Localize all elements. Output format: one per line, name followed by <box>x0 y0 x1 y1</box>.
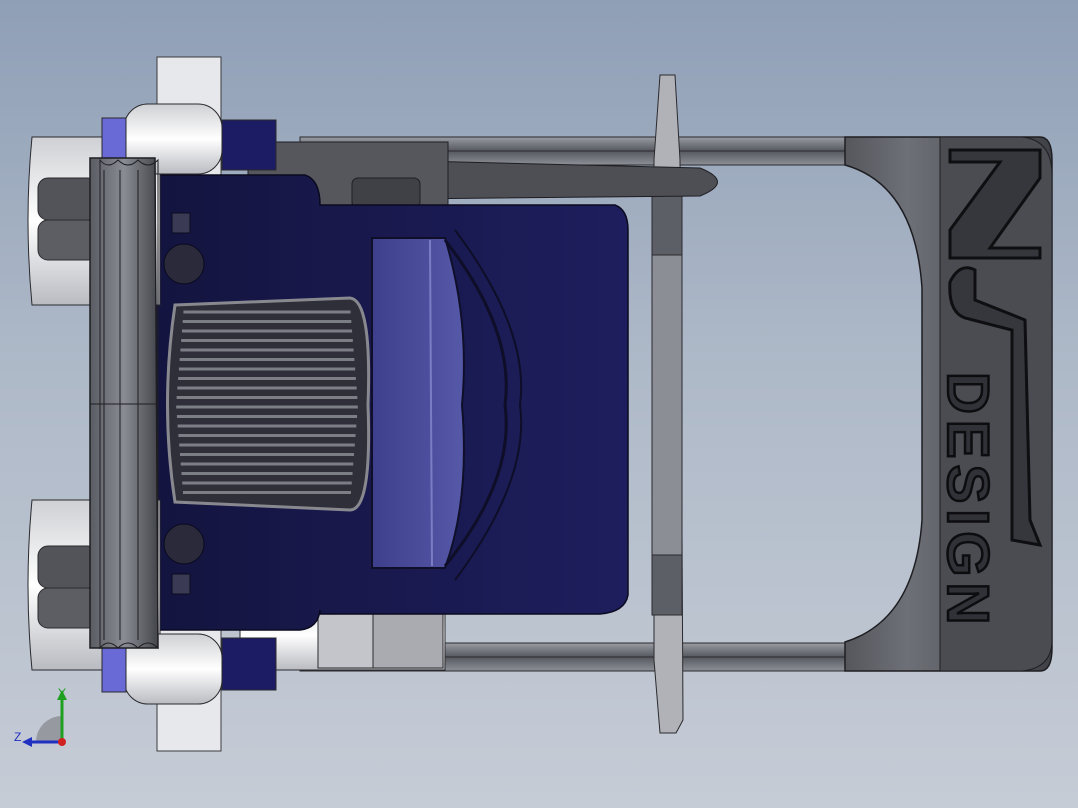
truck-model-top-view[interactable]: DESIGN <box>0 0 1078 808</box>
cad-viewport[interactable]: DESIGN Y Z <box>0 0 1078 808</box>
coordinate-triad: Y Z <box>14 684 84 754</box>
front-bumper <box>89 157 159 650</box>
x-axis <box>58 738 66 746</box>
y-axis-label: Y <box>58 686 67 700</box>
z-axis-label: Z <box>14 730 22 744</box>
logo-design-text: DESIGN <box>935 372 1000 630</box>
grille <box>166 296 371 512</box>
